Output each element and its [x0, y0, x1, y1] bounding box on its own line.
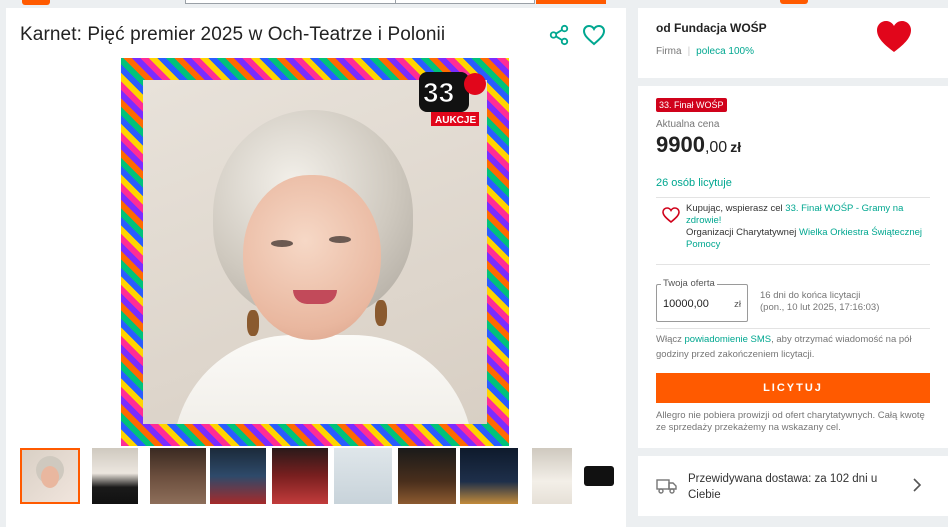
- earring-left: [247, 310, 259, 336]
- auction-time-left: 16 dni do końca licytacji (pon., 10 lut …: [760, 290, 879, 314]
- search-input[interactable]: [185, 0, 535, 4]
- portrait-shirt: [173, 335, 473, 424]
- thumbnail-10[interactable]: [584, 466, 614, 486]
- listing-title: Karnet: Pięć premier 2025 w Och-Teatrze …: [20, 24, 446, 45]
- bid-amount-currency: zł: [734, 299, 741, 310]
- chevron-right-icon: [913, 478, 922, 492]
- price-label: Aktualna cena: [656, 119, 720, 130]
- thumbnail-3[interactable]: [150, 448, 206, 504]
- seller-name[interactable]: od Fundacja WOŚP: [656, 21, 767, 35]
- divider: [656, 264, 930, 265]
- divider: [656, 197, 930, 198]
- sms-prefix: Włącz: [656, 334, 685, 345]
- delivery-row[interactable]: Przewidywana dostawa: za 102 dni u Ciebi…: [638, 456, 948, 516]
- favorite-heart-icon[interactable]: [582, 24, 606, 46]
- thumbnail-strip: [20, 448, 620, 504]
- current-price: 9900,00 zł: [656, 132, 741, 158]
- portrait-face: [243, 175, 381, 340]
- charity-text: Kupując, wspierasz cel 33. Finał WOŚP - …: [686, 203, 930, 251]
- charity-line2-prefix: Organizacji Charytatywnej: [686, 227, 799, 238]
- seller-recommend[interactable]: poleca 100%: [696, 46, 754, 57]
- header-icon-fragment[interactable]: [780, 0, 808, 4]
- thumbnail-8[interactable]: [460, 448, 518, 504]
- earring-right: [375, 300, 387, 326]
- wosp-heart-logo-icon[interactable]: [876, 20, 912, 54]
- truck-icon: [656, 479, 677, 494]
- svg-text:33: 33: [423, 77, 454, 108]
- thumbnail-5[interactable]: [272, 448, 328, 504]
- portrait-eye-left: [271, 240, 293, 247]
- offer-box: 33. Finał WOŚP Aktualna cena 9900,00 zł 2…: [638, 86, 948, 448]
- no-commission-note: Allegro nie pobiera prowizji od ofert ch…: [656, 410, 925, 433]
- thumbnail-6[interactable]: [334, 448, 392, 504]
- bid-button[interactable]: LICYTUJ: [656, 373, 930, 403]
- search-button[interactable]: [536, 0, 606, 4]
- charity-line1-prefix: Kupując, wspierasz cel: [686, 203, 786, 214]
- svg-text:AUKCJE: AUKCJE: [435, 115, 476, 126]
- thumbnail-7[interactable]: [398, 448, 456, 504]
- thumbnail-1[interactable]: [20, 448, 80, 504]
- seller-box: od Fundacja WOŚP Firma | poleca 100%: [638, 8, 948, 78]
- thumbnail-2[interactable]: [92, 448, 138, 504]
- wosp-final-tag: 33. Finał WOŚP: [656, 98, 727, 112]
- bidders-count-link[interactable]: 26 osób licytuje: [656, 177, 732, 189]
- seller-meta: Firma | poleca 100%: [656, 46, 754, 57]
- thumbnail-face: [41, 466, 59, 488]
- wosp-33-final-badge-icon: 33 AUKCJE: [419, 72, 486, 126]
- bid-amount-input[interactable]: 10000,00: [663, 298, 723, 310]
- price-major: 9900: [656, 132, 705, 157]
- sms-notification-link[interactable]: powiadomienie SMS: [685, 334, 772, 345]
- portrait-photo: [143, 80, 487, 424]
- bid-amount-legend: Twoja oferta: [661, 278, 717, 289]
- charity-heart-icon: [662, 207, 680, 223]
- thumbnail-4[interactable]: [210, 448, 266, 504]
- sms-notification-info: Włącz powiadomienie SMS, aby otrzymać wi…: [656, 332, 930, 362]
- share-icon[interactable]: [548, 24, 570, 46]
- bid-amount-field[interactable]: Twoja oferta 10000,00 zł: [656, 278, 748, 322]
- gallery-panel: Karnet: Pięć premier 2025 w Och-Teatrze …: [6, 8, 626, 527]
- seller-meta-separator: |: [687, 46, 691, 57]
- allegro-logo-fragment[interactable]: [22, 0, 50, 5]
- main-product-image[interactable]: 33 AUKCJE: [121, 58, 509, 446]
- price-currency: zł: [730, 139, 742, 155]
- purchase-panel: od Fundacja WOŚP Firma | poleca 100% 33. F…: [638, 8, 948, 527]
- delivery-estimate: Przewidywana dostawa: za 102 dni u Ciebi…: [688, 473, 878, 501]
- price-minor: ,00: [704, 139, 728, 156]
- top-header-fragment: [0, 0, 948, 6]
- seller-type: Firma: [656, 46, 682, 57]
- auction-end-date: (pon., 10 lut 2025, 17:16:03): [760, 302, 880, 313]
- portrait-eye-right: [329, 236, 351, 243]
- thumbnail-9[interactable]: [532, 448, 572, 504]
- search-divider: [395, 0, 396, 4]
- time-left-text: 16 dni do końca licytacji: [760, 290, 861, 301]
- divider: [656, 328, 930, 329]
